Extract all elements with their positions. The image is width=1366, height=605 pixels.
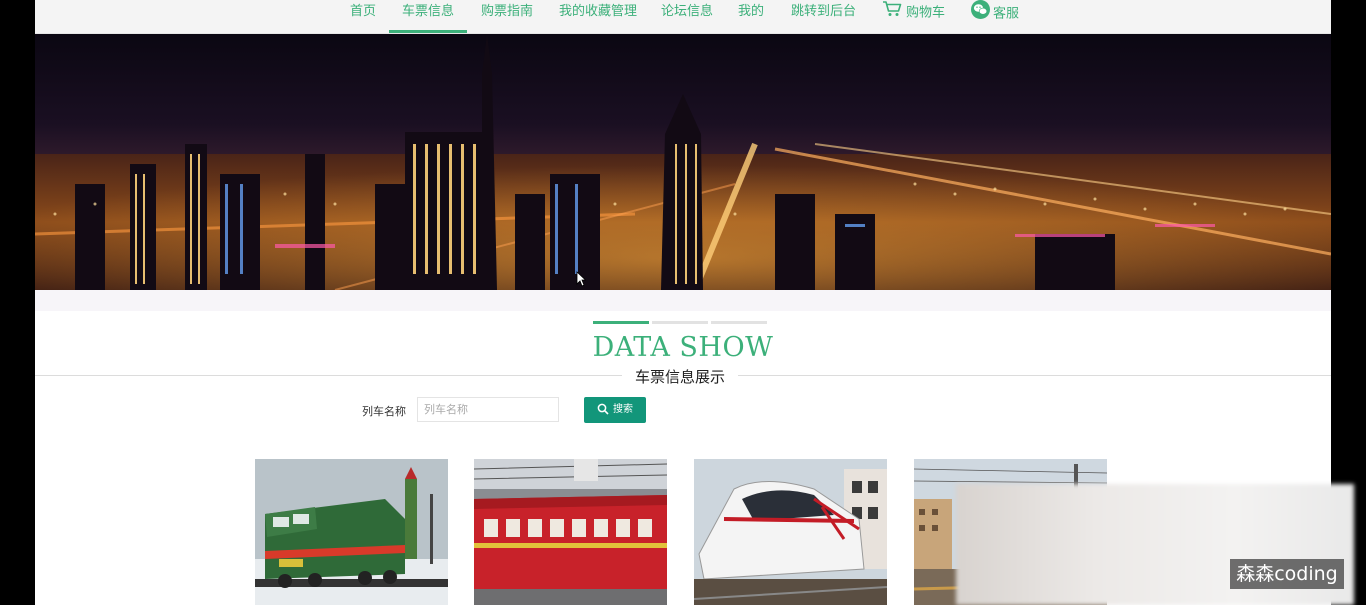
section-title: DATA SHOW xyxy=(592,332,774,363)
train-card[interactable] xyxy=(694,459,887,605)
section-subtitle: 车票信息展示 xyxy=(622,366,738,387)
nav-item-favorites[interactable]: 我的收藏管理 xyxy=(559,0,637,33)
nav-item-cart[interactable]: 购物车 xyxy=(882,0,945,33)
banner-image xyxy=(35,34,1331,290)
search-label: 列车名称 xyxy=(362,405,406,418)
nav-item-forum[interactable]: 论坛信息 xyxy=(661,0,713,33)
banner-bottom-strip xyxy=(35,290,1331,311)
nav-item-home[interactable]: 首页 xyxy=(350,0,376,33)
nav-item-tickets[interactable]: 车票信息 xyxy=(389,0,467,33)
nav-item-admin[interactable]: 跳转到后台 xyxy=(791,0,856,33)
card-image-metro-train xyxy=(694,459,887,605)
search-icon xyxy=(597,403,609,415)
nav-item-service[interactable]: 客服 xyxy=(970,0,1019,33)
carousel-indicators xyxy=(593,321,769,324)
cart-icon xyxy=(882,0,902,26)
mouse-cursor-icon xyxy=(576,271,586,287)
indicator[interactable] xyxy=(652,321,708,324)
watermark: 森森coding xyxy=(1230,559,1344,589)
banner-carousel[interactable] xyxy=(35,34,1331,290)
train-card[interactable] xyxy=(255,459,448,605)
top-nav: 首页 车票信息 购票指南 我的收藏管理 论坛信息 我的 跳转到后台 购物车 客服 xyxy=(35,0,1331,34)
card-image-red-train xyxy=(474,459,667,605)
nav-item-purchase-guide[interactable]: 购票指南 xyxy=(481,0,533,33)
wechat-icon xyxy=(970,0,991,28)
train-card[interactable] xyxy=(474,459,667,605)
nav-item-mine[interactable]: 我的 xyxy=(738,0,764,33)
search-input[interactable] xyxy=(417,397,559,422)
indicator[interactable] xyxy=(711,321,767,324)
indicator-active[interactable] xyxy=(593,321,649,324)
search-button[interactable]: 搜索 xyxy=(584,397,646,423)
card-image-green-locomotive xyxy=(255,459,448,605)
